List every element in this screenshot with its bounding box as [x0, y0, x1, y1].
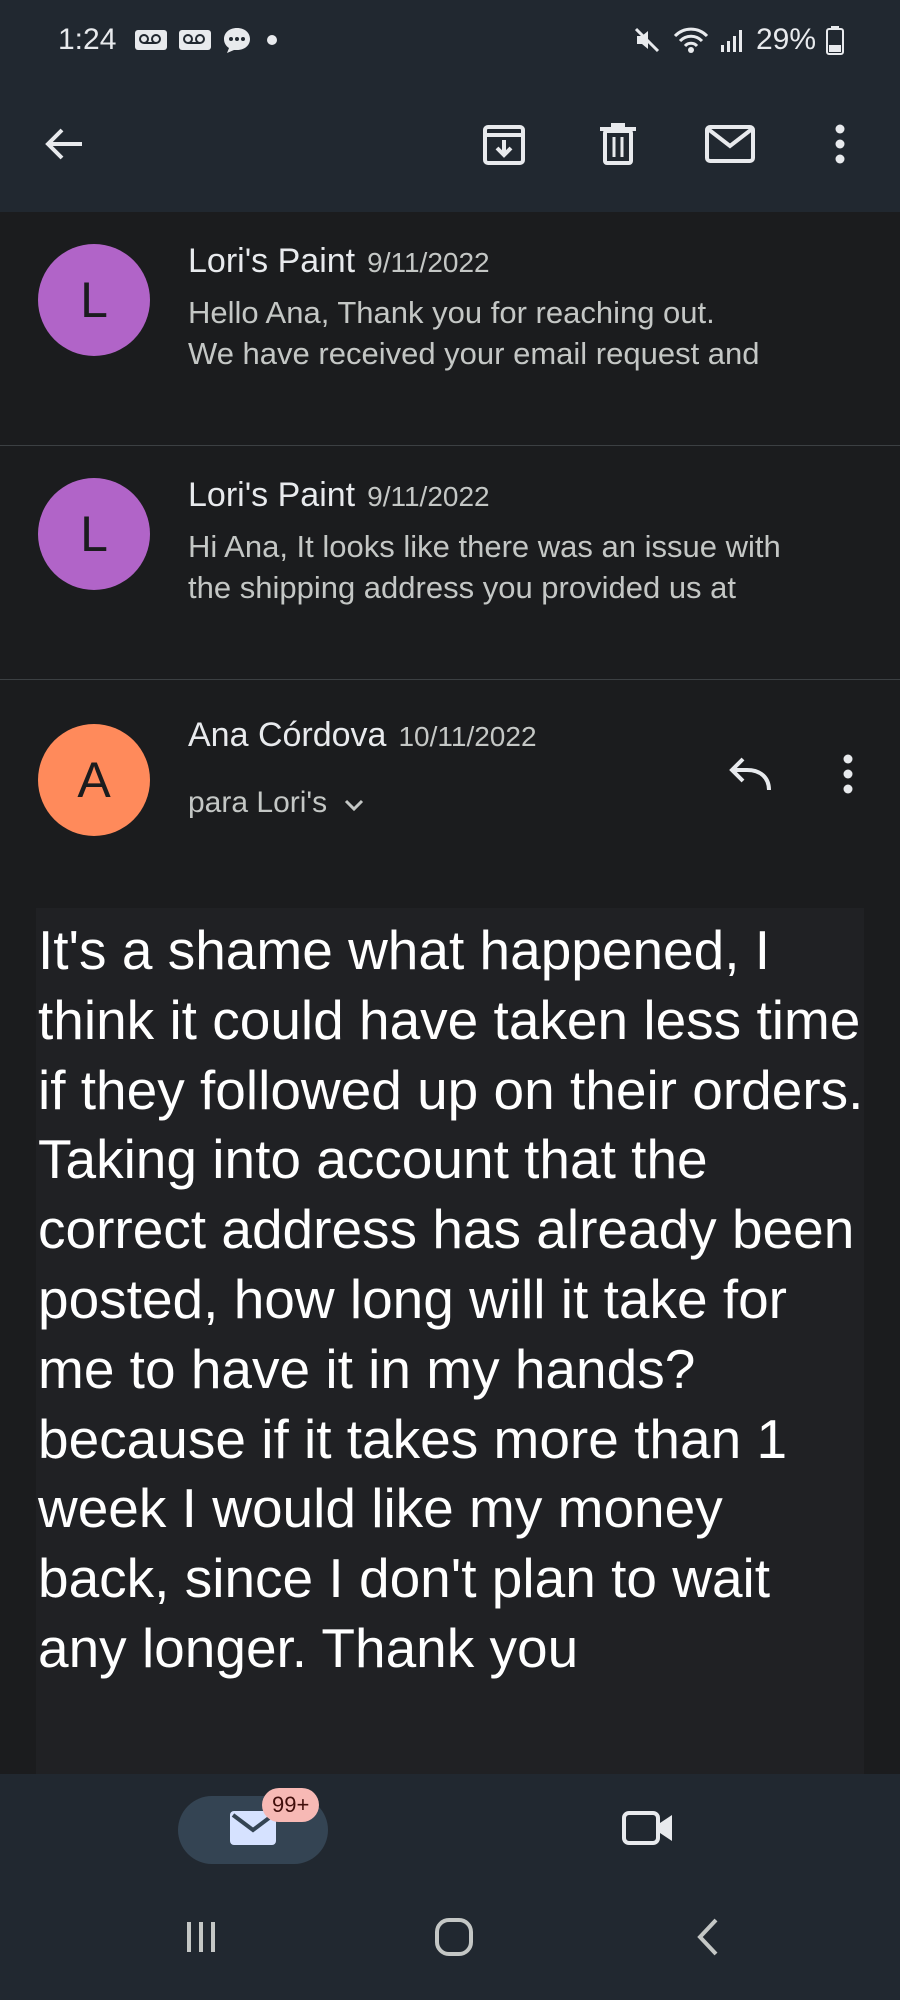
message-date: 9/11/2022	[367, 247, 490, 278]
wifi-icon	[672, 25, 710, 55]
snippet-line: We have received your email request and	[188, 336, 760, 371]
recents-icon	[181, 1918, 221, 1961]
avatar: L	[38, 478, 150, 590]
archive-icon	[481, 121, 527, 172]
back-chevron-icon	[692, 1916, 722, 1963]
avatar: A	[38, 724, 150, 836]
home-icon	[434, 1917, 474, 1962]
status-right: 29%	[632, 23, 844, 57]
delete-icon	[597, 121, 639, 172]
more-options-button[interactable]	[810, 116, 870, 176]
app-bar	[0, 80, 900, 212]
archive-button[interactable]	[474, 116, 534, 176]
voicemail-icon	[178, 28, 212, 52]
message-snippet: Hello Ana, Thank you for reaching out. W…	[188, 292, 828, 374]
snippet-line: Hi Ana, It looks like there was an issue…	[188, 529, 781, 564]
avatar: L	[38, 244, 150, 356]
back-button[interactable]	[34, 116, 94, 176]
unread-count-badge: 99+	[262, 1788, 320, 1822]
back-arrow-icon	[42, 122, 86, 171]
sender-line: Lori's Paint 9/11/2022	[188, 242, 490, 281]
chevron-down-icon	[343, 786, 365, 820]
status-left: 1:24	[58, 23, 282, 57]
more-options-icon	[833, 123, 847, 170]
mark-unread-button[interactable]	[700, 116, 760, 176]
collapsed-message[interactable]: L Lori's Paint 9/11/2022 Hello Ana, Than…	[0, 212, 900, 446]
email-thread: L Lori's Paint 9/11/2022 Hello Ana, Than…	[0, 212, 900, 1774]
more-options-icon	[841, 754, 855, 799]
sender-line: Ana Córdova 10/11/2022	[188, 716, 537, 755]
delete-button[interactable]	[588, 116, 648, 176]
battery-percent: 29%	[755, 23, 816, 56]
reply-button[interactable]	[720, 746, 780, 806]
bottom-navigation: 99+	[0, 1774, 900, 1874]
sender-name: Ana Córdova	[188, 716, 387, 754]
expanded-message-header: A Ana Córdova 10/11/2022 para Lori's	[0, 680, 900, 900]
signal-icon	[720, 27, 746, 53]
snippet-line: Hello Ana, Thank you for reaching out.	[188, 295, 715, 330]
sender-name: Lori's Paint	[188, 476, 356, 514]
message-date: 9/11/2022	[367, 481, 490, 512]
chat-bubble-icon	[222, 25, 252, 55]
recipient-details-toggle[interactable]: para Lori's	[188, 786, 365, 820]
dot-icon	[262, 30, 282, 50]
recipient-label: para Lori's	[188, 786, 328, 819]
message-body-text: It's a shame what happened, I think it c…	[38, 919, 864, 1679]
video-camera-icon	[622, 1809, 674, 1852]
sender-line: Lori's Paint 9/11/2022	[188, 476, 490, 515]
sender-name: Lori's Paint	[188, 242, 356, 280]
status-bar: 1:24 29%	[0, 0, 900, 80]
mute-icon	[632, 25, 662, 55]
reply-icon	[727, 756, 773, 797]
message-body: It's a shame what happened, I think it c…	[36, 908, 864, 1774]
status-time: 1:24	[58, 23, 117, 56]
message-date: 10/11/2022	[398, 721, 537, 752]
nav-meet-tab[interactable]	[618, 1800, 678, 1860]
recents-button[interactable]	[166, 1904, 236, 1974]
home-button[interactable]	[419, 1904, 489, 1974]
system-navigation	[0, 1874, 900, 2000]
message-snippet: Hi Ana, It looks like there was an issue…	[188, 526, 828, 608]
system-back-button[interactable]	[672, 1904, 742, 1974]
voicemail-icon	[134, 28, 168, 52]
message-more-button[interactable]	[818, 746, 878, 806]
collapsed-message[interactable]: L Lori's Paint 9/11/2022 Hi Ana, It look…	[0, 446, 900, 680]
mark-unread-icon	[704, 124, 756, 169]
snippet-line: the shipping address you provided us at	[188, 570, 737, 605]
battery-icon	[826, 25, 844, 55]
